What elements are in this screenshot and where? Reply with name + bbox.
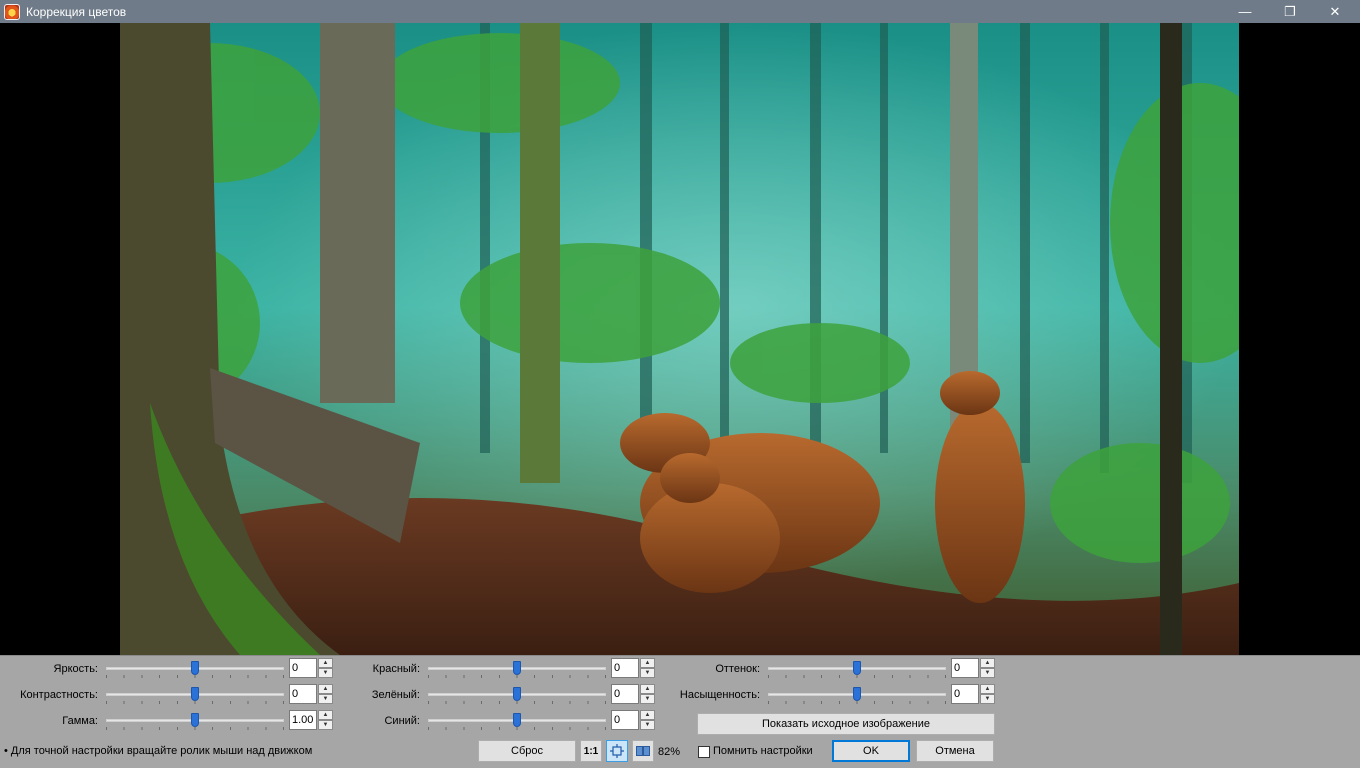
preview-area (0, 23, 1360, 655)
red-slider[interactable] (428, 658, 606, 678)
red-value[interactable]: 0 (611, 658, 639, 678)
blue-label: Синий: (384, 715, 420, 727)
cancel-button[interactable]: Отмена (916, 740, 994, 762)
remember-settings-label[interactable]: Помнить настройки (713, 745, 813, 757)
close-button[interactable]: ✕ (1312, 0, 1358, 23)
hue-slider-thumb[interactable] (853, 661, 861, 675)
blue-value[interactable]: 0 (611, 710, 639, 730)
app-icon (4, 3, 20, 20)
ok-button[interactable]: OK (832, 740, 910, 762)
remember-settings-checkbox[interactable] (698, 746, 710, 758)
brightness-spinbox[interactable]: 0 ▲ ▼ (289, 658, 333, 678)
saturation-label: Насыщенность: (679, 689, 760, 701)
contrast-spinbox[interactable]: 0 ▲ ▼ (289, 684, 333, 704)
spin-down-icon[interactable]: ▼ (318, 720, 333, 730)
brightness-slider-thumb[interactable] (191, 661, 199, 675)
red-label: Красный: (372, 663, 420, 675)
actual-size-button[interactable]: 1:1 (580, 740, 602, 762)
compare-button[interactable] (632, 740, 654, 762)
show-original-button[interactable]: Показать исходное изображение (697, 713, 995, 735)
hue-label: Оттенок: (715, 663, 760, 675)
green-value[interactable]: 0 (611, 684, 639, 704)
spin-up-icon[interactable]: ▲ (980, 684, 995, 694)
preview-image (120, 23, 1239, 655)
hue-slider[interactable] (768, 658, 946, 678)
gamma-label: Гамма: (62, 715, 98, 727)
spin-down-icon[interactable]: ▼ (980, 668, 995, 678)
green-slider-thumb[interactable] (513, 687, 521, 701)
minimize-button[interactable]: — (1222, 0, 1268, 23)
title-bar: Коррекция цветов — ❐ ✕ (0, 0, 1360, 23)
green-label: Зелёный: (371, 689, 420, 701)
zoom-level: 82% (658, 746, 681, 758)
brightness-value[interactable]: 0 (289, 658, 317, 678)
spin-down-icon[interactable]: ▼ (318, 668, 333, 678)
fit-to-window-icon (610, 744, 624, 758)
adjustment-panel: Яркость: 0 ▲ ▼ Контрастность: 0 ▲ ▼ Гамма:… (0, 655, 1360, 768)
green-spinbox[interactable]: 0 ▲ ▼ (611, 684, 655, 704)
gamma-spinbox[interactable]: 1.00 ▲ ▼ (289, 710, 333, 730)
spin-up-icon[interactable]: ▲ (640, 658, 655, 668)
blue-spinbox[interactable]: 0 ▲ ▼ (611, 710, 655, 730)
contrast-value[interactable]: 0 (289, 684, 317, 704)
saturation-value[interactable]: 0 (951, 684, 979, 704)
reset-button[interactable]: Сброс (478, 740, 576, 762)
red-slider-thumb[interactable] (513, 661, 521, 675)
spin-up-icon[interactable]: ▲ (980, 658, 995, 668)
spin-up-icon[interactable]: ▲ (640, 710, 655, 720)
green-slider[interactable] (428, 684, 606, 704)
restore-button[interactable]: ❐ (1267, 0, 1313, 23)
spin-down-icon[interactable]: ▼ (318, 694, 333, 704)
gamma-slider-thumb[interactable] (191, 713, 199, 727)
brightness-label: Яркость: (53, 663, 98, 675)
brightness-slider[interactable] (106, 658, 284, 678)
saturation-spinbox[interactable]: 0 ▲ ▼ (951, 684, 995, 704)
spin-up-icon[interactable]: ▲ (318, 710, 333, 720)
hue-spinbox[interactable]: 0 ▲ ▼ (951, 658, 995, 678)
blue-slider[interactable] (428, 710, 606, 730)
compare-icon (636, 746, 650, 756)
gamma-slider[interactable] (106, 710, 284, 730)
red-spinbox[interactable]: 0 ▲ ▼ (611, 658, 655, 678)
spin-down-icon[interactable]: ▼ (980, 694, 995, 704)
window-title: Коррекция цветов (26, 4, 127, 19)
blue-slider-thumb[interactable] (513, 713, 521, 727)
fit-to-window-button[interactable] (606, 740, 628, 762)
saturation-slider[interactable] (768, 684, 946, 704)
spin-up-icon[interactable]: ▲ (318, 658, 333, 668)
contrast-label: Контрастность: (20, 689, 98, 701)
spin-up-icon[interactable]: ▲ (318, 684, 333, 694)
hint-text: • Для точной настройки вращайте ролик мы… (4, 745, 313, 757)
spin-down-icon[interactable]: ▼ (640, 694, 655, 704)
spin-down-icon[interactable]: ▼ (640, 668, 655, 678)
spin-down-icon[interactable]: ▼ (640, 720, 655, 730)
saturation-slider-thumb[interactable] (853, 687, 861, 701)
gamma-value[interactable]: 1.00 (289, 710, 317, 730)
spin-up-icon[interactable]: ▲ (640, 684, 655, 694)
contrast-slider[interactable] (106, 684, 284, 704)
hue-value[interactable]: 0 (951, 658, 979, 678)
contrast-slider-thumb[interactable] (191, 687, 199, 701)
